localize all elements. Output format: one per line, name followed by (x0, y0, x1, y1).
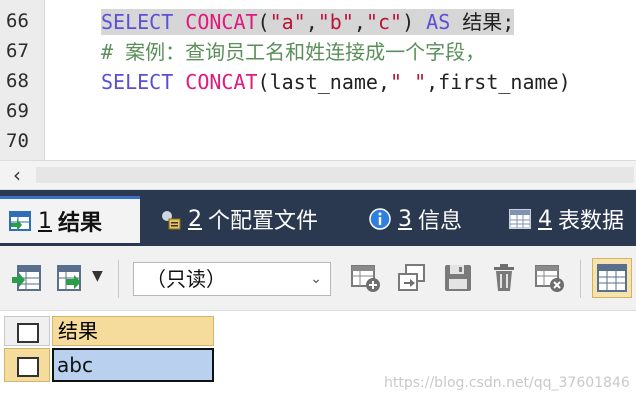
grid-view-icon (597, 264, 627, 292)
select-all-checkbox[interactable] (17, 323, 39, 343)
code-line-66[interactable]: SELECT CONCAT("a","b","c") AS 结果; (101, 9, 515, 35)
tab-label: 信息 (418, 209, 463, 234)
line-number-gutter: 66 67 68 69 70 (0, 0, 45, 160)
readonly-mode-label: （只读） (146, 267, 226, 291)
trash-icon (494, 264, 514, 291)
row-checkbox-cell[interactable] (4, 348, 50, 382)
delete-row-button[interactable] (488, 262, 520, 294)
code-token: # 案例：查询员工名和姓连接成一个字段， (101, 40, 486, 64)
code-token: "b" (317, 10, 354, 34)
insert-row-icon (351, 265, 380, 292)
watermark-url: https://blog.csdn.net/qq_37601846 (384, 375, 630, 391)
duplicate-row-button[interactable] (396, 262, 428, 294)
toolbar-separator (118, 260, 119, 298)
tab-label: 结果 (58, 211, 103, 236)
code-token: "c" (365, 10, 403, 34)
code-token: , (353, 10, 366, 34)
result-table-icon (8, 209, 32, 233)
toolbar-separator (580, 260, 581, 298)
editor-horizontal-scrollbar[interactable]: ‹ (0, 160, 636, 190)
sql-editor[interactable]: 66 67 68 69 70 SELECT CONCAT("a","b","c"… (0, 0, 636, 160)
line-number: 67 (6, 40, 29, 62)
tab-number: 3 (398, 206, 412, 232)
tab-number: 4 (538, 206, 552, 232)
line-number: 70 (6, 130, 29, 152)
line-number: 66 (6, 10, 29, 32)
table-data-icon (508, 207, 532, 231)
insert-row-button[interactable] (350, 262, 382, 294)
tab-label: 个配置文件 (208, 209, 319, 234)
code-line-67[interactable]: # 案例：查询员工名和姓连接成一个字段， (101, 39, 485, 65)
tab-number: 2 (188, 206, 202, 232)
profile-icon (158, 207, 182, 231)
cancel-grid-icon (535, 265, 564, 292)
readonly-mode-select[interactable]: （只读） ⌄ (133, 262, 331, 296)
grid-view-toggle[interactable] (592, 258, 632, 298)
code-token: AS (426, 10, 463, 34)
tab-result[interactable]: 1 结果 (0, 196, 140, 243)
result-tab-bar: 1 结果 2 个配置文件 3 信息 4 表数据 (0, 190, 636, 246)
result-cell[interactable]: abc (52, 348, 214, 382)
code-token: CONCAT (185, 10, 258, 34)
code-token: ,first_name) (426, 70, 571, 94)
export-grid-icon (12, 265, 41, 291)
code-token: ) (402, 10, 427, 34)
row-checkbox[interactable] (17, 357, 39, 377)
line-number: 68 (6, 70, 29, 92)
save-button[interactable] (442, 262, 474, 294)
code-token: "a" (269, 10, 306, 34)
code-token: " " (390, 70, 427, 94)
chevron-down-icon: ▼ (92, 268, 103, 284)
export-grid-button[interactable] (10, 262, 42, 294)
tab-label: 表数据 (558, 209, 625, 234)
scrollbar-thumb[interactable] (36, 167, 634, 183)
export-dropdown-button[interactable]: ▼ (54, 262, 108, 294)
select-all-checkbox-cell[interactable] (4, 316, 50, 346)
code-token: ( (257, 10, 270, 34)
info-icon (368, 207, 392, 231)
save-disk-icon (445, 265, 471, 291)
tab-profile[interactable]: 2 个配置文件 (150, 198, 340, 240)
code-token: SELECT (101, 10, 186, 34)
cancel-changes-button[interactable] (534, 262, 566, 294)
chevron-down-icon: ⌄ (310, 271, 322, 287)
tab-info[interactable]: 3 信息 (360, 198, 490, 240)
code-token: 结果; (462, 10, 515, 34)
code-token: (last_name, (257, 70, 390, 94)
code-line-68[interactable]: SELECT CONCAT(last_name," ",first_name) (101, 69, 571, 95)
duplicate-row-icon (398, 264, 425, 291)
result-toolbar: ▼ （只读） ⌄ (0, 246, 636, 311)
code-token: CONCAT (185, 70, 258, 94)
line-number: 69 (6, 100, 29, 122)
code-token: , (305, 10, 318, 34)
tab-table-data[interactable]: 4 表数据 (500, 198, 636, 240)
tab-number: 1 (38, 208, 52, 234)
column-header-result[interactable]: 结果 (52, 316, 214, 346)
code-token: SELECT (101, 70, 186, 94)
export-data-icon (57, 265, 81, 291)
scroll-left-arrow-icon[interactable]: ‹ (0, 161, 34, 189)
